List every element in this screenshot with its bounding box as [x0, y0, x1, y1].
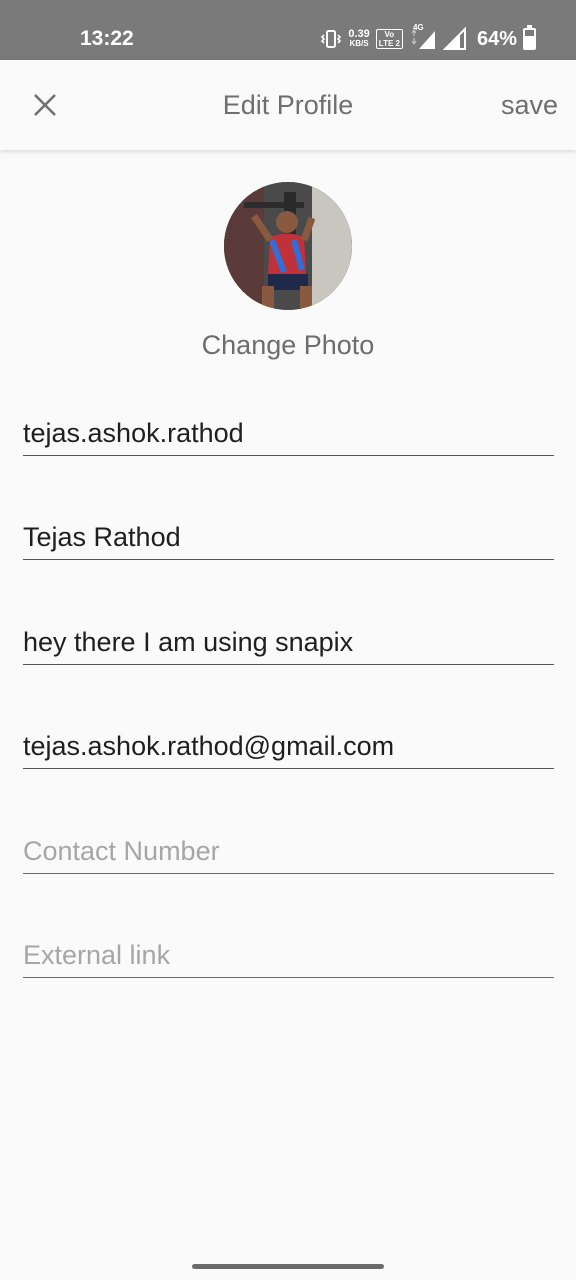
home-indicator[interactable]	[192, 1264, 384, 1269]
vibrate-icon	[320, 28, 342, 50]
contact-number-input[interactable]	[23, 830, 554, 872]
email-input[interactable]	[23, 725, 554, 767]
speed-unit: KB/S	[349, 39, 369, 48]
status-time: 13:22	[80, 27, 134, 50]
volte-badge: Vo LTE 2	[375, 29, 403, 49]
speed-value: 0.39	[348, 28, 370, 40]
bio-input[interactable]	[23, 621, 554, 663]
battery-icon	[523, 25, 536, 50]
bio-field[interactable]	[23, 621, 554, 665]
app-bar: Edit Profile save	[0, 60, 576, 150]
status-bar: 13:22 0.39 KB/S Vo LTE 2 4G 64%	[0, 0, 576, 60]
change-photo-link[interactable]: Change Photo	[0, 330, 576, 361]
battery-percent: 64%	[476, 27, 517, 50]
email-field[interactable]	[23, 725, 554, 769]
volte-bottom: LTE 2	[378, 39, 400, 48]
network-type: 4G	[412, 23, 424, 32]
battery-level	[525, 36, 534, 48]
page-title: Edit Profile	[222, 90, 354, 120]
profile-avatar[interactable]	[224, 182, 352, 310]
name-field[interactable]	[23, 516, 554, 560]
username-input[interactable]	[23, 412, 554, 454]
name-input[interactable]	[23, 516, 554, 558]
signal-4g-icon: 4G	[409, 23, 437, 51]
volte-top: Vo	[384, 30, 395, 39]
status-icons: 0.39 KB/S Vo LTE 2 4G 64%	[320, 23, 536, 54]
profile-photo	[224, 182, 352, 310]
username-field[interactable]	[23, 412, 554, 456]
external-link-field[interactable]	[23, 934, 554, 978]
save-button[interactable]: save	[501, 90, 558, 121]
network-speed: 0.39 KB/S	[348, 29, 369, 49]
signal-icon	[442, 27, 467, 51]
contact-number-field[interactable]	[23, 830, 554, 874]
external-link-input[interactable]	[23, 934, 554, 976]
